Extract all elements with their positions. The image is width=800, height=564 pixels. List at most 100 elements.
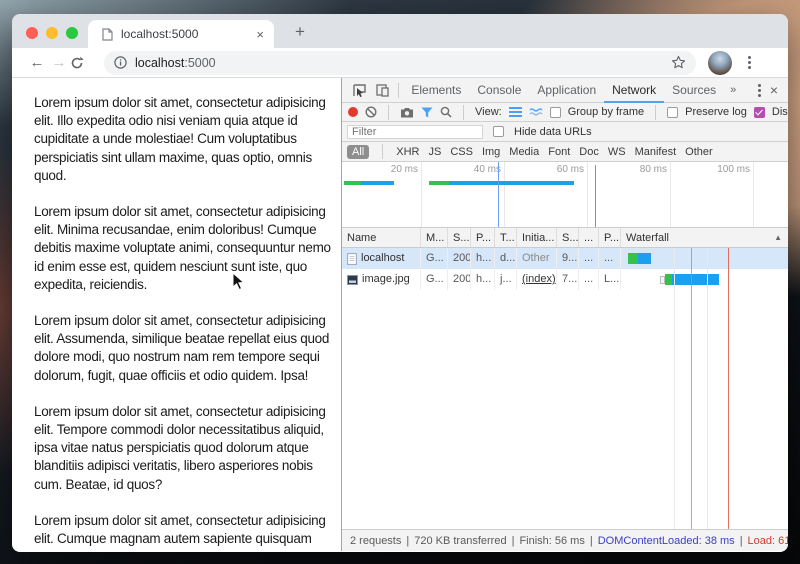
column-header-waterfall[interactable]: Waterfall ▲ [621, 228, 788, 247]
tab-close-icon[interactable]: × [256, 28, 264, 41]
protocol-cell: h... [471, 269, 495, 290]
load-marker-line [728, 248, 729, 529]
devtools-close-icon[interactable]: × [766, 82, 788, 98]
separator: | [406, 534, 410, 547]
status-cell: 200 [448, 269, 471, 290]
profile-avatar[interactable] [708, 50, 732, 75]
view-overview-icon[interactable] [529, 107, 543, 117]
forward-icon[interactable]: → [48, 54, 70, 71]
bookmark-star-icon[interactable] [671, 55, 686, 70]
tick-label: 60 ms [556, 164, 584, 175]
search-icon[interactable] [440, 106, 452, 118]
load-time: Load: 61 ms [747, 534, 788, 547]
network-toolbar: View: Group by frame Preserve log Disabl… [342, 103, 788, 122]
dom-content-loaded-time: DOMContentLoaded: 38 ms [597, 534, 735, 547]
table-row[interactable]: image.jpg G... 200 h... j... (index) 7..… [342, 269, 788, 290]
type-filter-all[interactable]: All [347, 144, 370, 159]
record-network-log-icon[interactable] [348, 107, 358, 117]
column-header-size[interactable]: S... [557, 228, 579, 247]
minimize-window-button[interactable] [46, 27, 58, 39]
separator: | [739, 534, 743, 547]
separator: | [511, 534, 515, 547]
inspect-element-icon[interactable] [348, 78, 371, 102]
capture-screenshots-icon[interactable] [400, 107, 414, 118]
divider [655, 104, 657, 120]
column-header-priority[interactable]: P... [599, 228, 621, 247]
type-filter-doc[interactable]: Doc [579, 146, 599, 158]
network-overview-timeline[interactable]: 20 ms 40 ms 60 ms 80 ms 100 ms [342, 162, 788, 228]
type-filter-xhr[interactable]: XHR [396, 146, 419, 158]
type-filter-media[interactable]: Media [509, 146, 539, 158]
filter-funnel-icon[interactable] [421, 107, 433, 118]
type-filter-manifest[interactable]: Manifest [635, 146, 677, 158]
back-icon[interactable]: ← [26, 54, 48, 71]
close-window-button[interactable] [26, 27, 38, 39]
gridline [504, 162, 505, 227]
url-port: :5000 [184, 55, 216, 70]
type-filter-js[interactable]: JS [428, 146, 441, 158]
request-type-filters: All XHR JS CSS Img Media Font Doc WS Man… [342, 142, 788, 162]
new-tab-button[interactable]: + [288, 22, 312, 42]
type-filter-ws[interactable]: WS [608, 146, 626, 158]
zoom-window-button[interactable] [66, 27, 78, 39]
type-cell: j... [495, 269, 517, 290]
devtools-menu-icon[interactable] [752, 83, 766, 97]
type-filter-css[interactable]: CSS [450, 146, 473, 158]
webpage-viewport: Lorem ipsum dolor sit amet, consectetur … [12, 78, 341, 551]
filter-input[interactable] [347, 124, 483, 139]
type-filter-font[interactable]: Font [548, 146, 570, 158]
column-header-initiator[interactable]: Initia... [517, 228, 557, 247]
table-row[interactable]: localhost G... 200 h... d... Other 9... … [342, 248, 788, 269]
hide-data-urls-checkbox[interactable] [493, 126, 504, 137]
view-list-icon[interactable] [508, 107, 522, 117]
priority-cell: ... [599, 248, 621, 269]
group-by-frame-checkbox[interactable] [549, 106, 561, 118]
devtools-tab-sources[interactable]: Sources [664, 78, 724, 103]
overview-bar-image [429, 181, 574, 185]
devtools-tab-elements[interactable]: Elements [403, 78, 469, 103]
more-tabs-chevron-icon[interactable]: » [724, 84, 742, 96]
column-header-status[interactable]: S... [448, 228, 471, 247]
tab-strip: localhost:5000 × + [12, 14, 788, 48]
browser-tab[interactable]: localhost:5000 × [88, 20, 274, 48]
type-filter-other[interactable]: Other [685, 146, 713, 158]
preserve-log-checkbox[interactable] [667, 106, 679, 118]
device-toolbar-icon[interactable] [371, 78, 394, 102]
image-file-icon [347, 274, 358, 285]
column-header-type[interactable]: T... [495, 228, 517, 247]
page-icon [102, 27, 113, 41]
network-filter-bar: Hide data URLs [342, 122, 788, 142]
lorem-paragraph: Lorem ipsum dolor sit amet, consectetur … [34, 403, 326, 492]
initiator-cell: (index) [517, 269, 557, 290]
info-icon[interactable] [114, 56, 127, 69]
waterfall-cell [621, 269, 788, 290]
initiator-link[interactable]: (index) [522, 269, 556, 290]
document-icon [347, 252, 357, 265]
network-requests-table: Name M... S... P... T... Initia... S... … [342, 228, 788, 529]
network-summary-bar: 2 requests | 720 KB transferred | Finish… [342, 529, 788, 551]
devtools-tab-network[interactable]: Network [604, 78, 664, 103]
lorem-paragraph: Lorem ipsum dolor sit amet, consectetur … [34, 313, 330, 383]
column-header-time[interactable]: ... [579, 228, 599, 247]
column-header-protocol[interactable]: P... [471, 228, 495, 247]
priority-cell: L... [599, 269, 621, 290]
devtools-tab-console[interactable]: Console [469, 78, 529, 103]
gridline [587, 162, 588, 227]
transferred-size: 720 KB transferred [414, 534, 507, 547]
clear-network-log-icon[interactable] [365, 106, 377, 118]
browser-menu-icon[interactable] [742, 56, 756, 69]
lorem-paragraph: Lorem ipsum dolor sit amet, consectetur … [34, 95, 326, 183]
gridline [674, 248, 675, 529]
devtools-tab-application[interactable]: Application [529, 78, 604, 103]
type-filter-img[interactable]: Img [482, 146, 500, 158]
devtools-tabbar: Elements Console Application Network Sou… [342, 78, 788, 103]
address-bar[interactable]: localhost:5000 [104, 50, 696, 75]
finish-time: Finish: 56 ms [519, 534, 585, 547]
load-marker-line [595, 165, 596, 227]
disable-cache-checkbox[interactable] [753, 106, 765, 118]
view-label: View: [475, 106, 502, 118]
column-header-name[interactable]: Name [342, 228, 421, 247]
reload-icon[interactable] [70, 56, 92, 70]
method-cell: G... [421, 269, 448, 290]
column-header-method[interactable]: M... [421, 228, 448, 247]
